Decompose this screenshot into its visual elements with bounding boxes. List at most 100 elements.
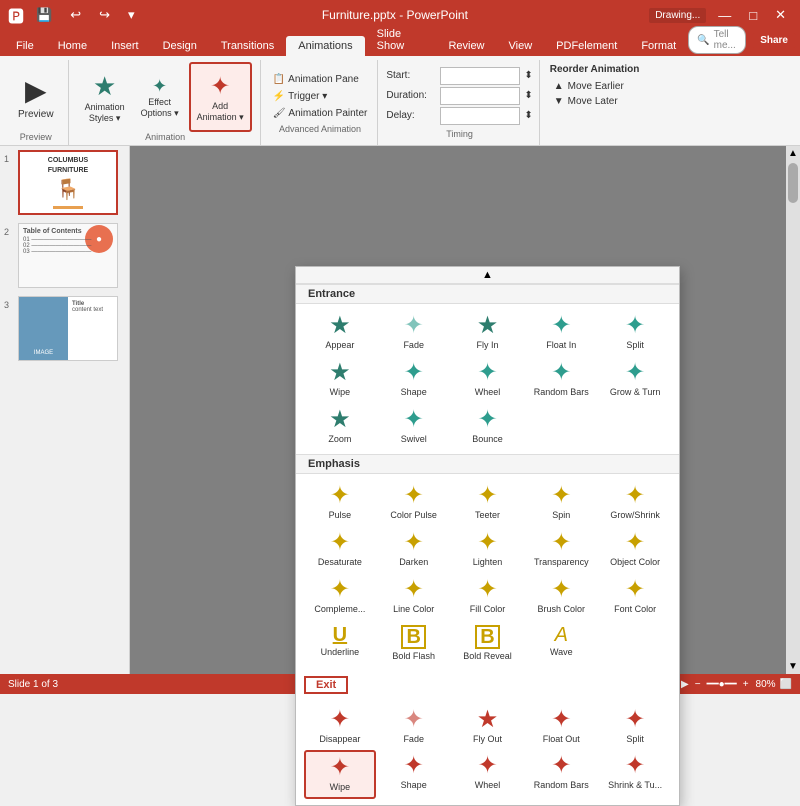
anim-wheel-in[interactable]: ✦ Wheel bbox=[452, 357, 524, 402]
anim-growturn[interactable]: ✦ Grow & Turn bbox=[599, 357, 671, 402]
anim-bounce-in[interactable]: ✦ Bounce bbox=[452, 404, 524, 449]
slide-image-1[interactable]: COLUMBUSFURNITURE 🪑 bbox=[18, 150, 118, 215]
duration-spinner[interactable]: ⬍ bbox=[524, 90, 532, 101]
anim-zoom-out[interactable]: ★ Zoom bbox=[304, 801, 376, 806]
anim-zoom-in[interactable]: ★ Zoom bbox=[304, 404, 376, 449]
minimize-btn[interactable]: — bbox=[712, 6, 737, 25]
anim-shape-in[interactable]: ✦ Shape bbox=[378, 357, 450, 402]
view-slideshow[interactable]: ▶ bbox=[681, 679, 689, 690]
scroll-up-btn[interactable]: ▲ bbox=[296, 267, 679, 284]
share-btn[interactable]: Share bbox=[752, 33, 796, 48]
delay-input[interactable] bbox=[440, 107, 520, 125]
anim-complementary[interactable]: ✦ Compleme... bbox=[304, 574, 376, 619]
maximize-btn[interactable]: □ bbox=[743, 6, 763, 25]
scroll-up-arrow[interactable]: ▲ bbox=[786, 146, 800, 161]
anim-fly-out[interactable]: ★ Fly Out bbox=[452, 704, 524, 749]
customize-icon[interactable]: ▾ bbox=[122, 5, 141, 25]
anim-boldflash[interactable]: B Bold Flash bbox=[378, 621, 450, 666]
add-animation-button[interactable]: ✦ AddAnimation ▾ bbox=[189, 62, 252, 132]
anim-swivel-in[interactable]: ✦ Swivel bbox=[378, 404, 450, 449]
anim-fade-in[interactable]: ✦ Fade bbox=[378, 310, 450, 355]
tab-animations[interactable]: Animations bbox=[286, 36, 364, 56]
anim-spin[interactable]: ✦ Spin bbox=[525, 480, 597, 525]
anim-colorpulse[interactable]: ✦ Color Pulse bbox=[378, 480, 450, 525]
close-btn[interactable]: ✕ bbox=[769, 5, 792, 25]
anim-underline[interactable]: U Underline bbox=[304, 621, 376, 666]
animation-styles-button[interactable]: ★ AnimationStyles ▾ bbox=[79, 62, 131, 132]
tab-file[interactable]: File bbox=[4, 36, 46, 56]
anim-wave[interactable]: A Wave bbox=[525, 621, 597, 666]
anim-growshrink[interactable]: ✦ Grow/Shrink bbox=[599, 480, 671, 525]
tab-format[interactable]: Format bbox=[629, 36, 688, 56]
wheel-out-icon: ✦ bbox=[477, 754, 497, 778]
anim-wipe-out[interactable]: ✦ Wipe bbox=[304, 750, 376, 799]
start-spinner[interactable]: ⬍ bbox=[524, 70, 532, 81]
animation-painter-button[interactable]: 🖌 Animation Painter bbox=[269, 106, 372, 121]
slide-thumb-3[interactable]: 3 IMAGE Title content text bbox=[4, 296, 125, 361]
anim-float-out[interactable]: ✦ Float Out bbox=[525, 704, 597, 749]
move-earlier-button[interactable]: ▲ Move Earlier bbox=[550, 79, 640, 94]
zoom-out-btn[interactable]: − bbox=[695, 679, 701, 690]
anim-swivel-out[interactable]: ✦ Swivel bbox=[378, 801, 450, 806]
anim-brushcolor[interactable]: ✦ Brush Color bbox=[525, 574, 597, 619]
slide-thumb-1[interactable]: 1 COLUMBUSFURNITURE 🪑 bbox=[4, 150, 125, 215]
anim-bounce-out[interactable]: ✦ Bounce bbox=[452, 801, 524, 806]
tab-insert[interactable]: Insert bbox=[99, 36, 151, 56]
anim-fillcolor[interactable]: ✦ Fill Color bbox=[452, 574, 524, 619]
preview-button[interactable]: ▶ Preview bbox=[12, 62, 60, 132]
move-later-button[interactable]: ▼ Move Later bbox=[550, 94, 640, 109]
tab-design[interactable]: Design bbox=[151, 36, 209, 56]
scroll-down-arrow[interactable]: ▼ bbox=[786, 659, 800, 674]
delay-spinner[interactable]: ⬍ bbox=[524, 110, 532, 121]
anim-pulse[interactable]: ✦ Pulse bbox=[304, 480, 376, 525]
redo-icon[interactable]: ↪ bbox=[93, 5, 116, 25]
anim-fade-out[interactable]: ✦ Fade bbox=[378, 704, 450, 749]
start-input[interactable] bbox=[440, 67, 520, 85]
effect-options-button[interactable]: ✦ EffectOptions ▾ bbox=[135, 62, 185, 132]
anim-desaturate[interactable]: ✦ Desaturate bbox=[304, 527, 376, 572]
scrollbar-thumb[interactable] bbox=[788, 163, 798, 203]
slide-thumb-2[interactable]: 2 Table of Contents 01 —————————— 02 ———… bbox=[4, 223, 125, 288]
tab-transitions[interactable]: Transitions bbox=[209, 36, 286, 56]
save-icon[interactable]: 💾 bbox=[30, 5, 58, 25]
zoom-slider[interactable]: ━━●━━ bbox=[707, 679, 737, 690]
duration-input[interactable] bbox=[440, 87, 520, 105]
undo-icon[interactable]: ↩ bbox=[64, 5, 87, 25]
tab-review[interactable]: Review bbox=[436, 36, 496, 56]
slide-image-3[interactable]: IMAGE Title content text bbox=[18, 296, 118, 361]
trigger-button[interactable]: ⚡ Trigger ▾ bbox=[269, 89, 332, 104]
anim-transparency[interactable]: ✦ Transparency bbox=[525, 527, 597, 572]
animation-pane-button[interactable]: 📋 Animation Pane bbox=[269, 72, 363, 87]
anim-wheel-out[interactable]: ✦ Wheel bbox=[452, 750, 524, 799]
anim-teeter[interactable]: ✦ Teeter bbox=[452, 480, 524, 525]
tab-home[interactable]: Home bbox=[46, 36, 99, 56]
anim-fontcolor[interactable]: ✦ Font Color bbox=[599, 574, 671, 619]
slide-image-2[interactable]: Table of Contents 01 —————————— 02 —————… bbox=[18, 223, 118, 288]
anim-fly-in[interactable]: ★ Fly In bbox=[452, 310, 524, 355]
zoom-in-btn[interactable]: + bbox=[743, 679, 749, 690]
anim-float-in[interactable]: ✦ Float In bbox=[525, 310, 597, 355]
anim-split-in[interactable]: ✦ Split bbox=[599, 310, 671, 355]
anim-split-out[interactable]: ✦ Split bbox=[599, 704, 671, 749]
shape-out-label: Shape bbox=[401, 780, 427, 791]
fontcolor-label: Font Color bbox=[614, 604, 656, 615]
vertical-scrollbar[interactable]: ▲ ▼ bbox=[786, 146, 800, 674]
anim-randombars-out[interactable]: ✦ Random Bars bbox=[525, 750, 597, 799]
tab-view[interactable]: View bbox=[497, 36, 545, 56]
tell-me-input[interactable]: 🔍Tell me... bbox=[688, 26, 746, 54]
anim-disappear[interactable]: ✦ Disappear bbox=[304, 704, 376, 749]
anim-wipe-in[interactable]: ★ Wipe bbox=[304, 357, 376, 402]
anim-shape-out[interactable]: ✦ Shape bbox=[378, 750, 450, 799]
anim-shrinkturn[interactable]: ✦ Shrink & Tu... bbox=[599, 750, 671, 799]
tab-slideshow[interactable]: Slide Show bbox=[365, 24, 437, 56]
fit-slide-btn[interactable]: ⬜ bbox=[780, 679, 792, 690]
anim-lighten[interactable]: ✦ Lighten bbox=[452, 527, 524, 572]
anim-randombars-in[interactable]: ✦ Random Bars bbox=[525, 357, 597, 402]
anim-darken[interactable]: ✦ Darken bbox=[378, 527, 450, 572]
tab-pdfelement[interactable]: PDFelement bbox=[544, 36, 629, 56]
boldreveal-icon: B bbox=[475, 625, 499, 649]
anim-linecolor[interactable]: ✦ Line Color bbox=[378, 574, 450, 619]
anim-objectcolor[interactable]: ✦ Object Color bbox=[599, 527, 671, 572]
anim-appear[interactable]: ★ Appear bbox=[304, 310, 376, 355]
anim-boldreveal[interactable]: B Bold Reveal bbox=[452, 621, 524, 666]
